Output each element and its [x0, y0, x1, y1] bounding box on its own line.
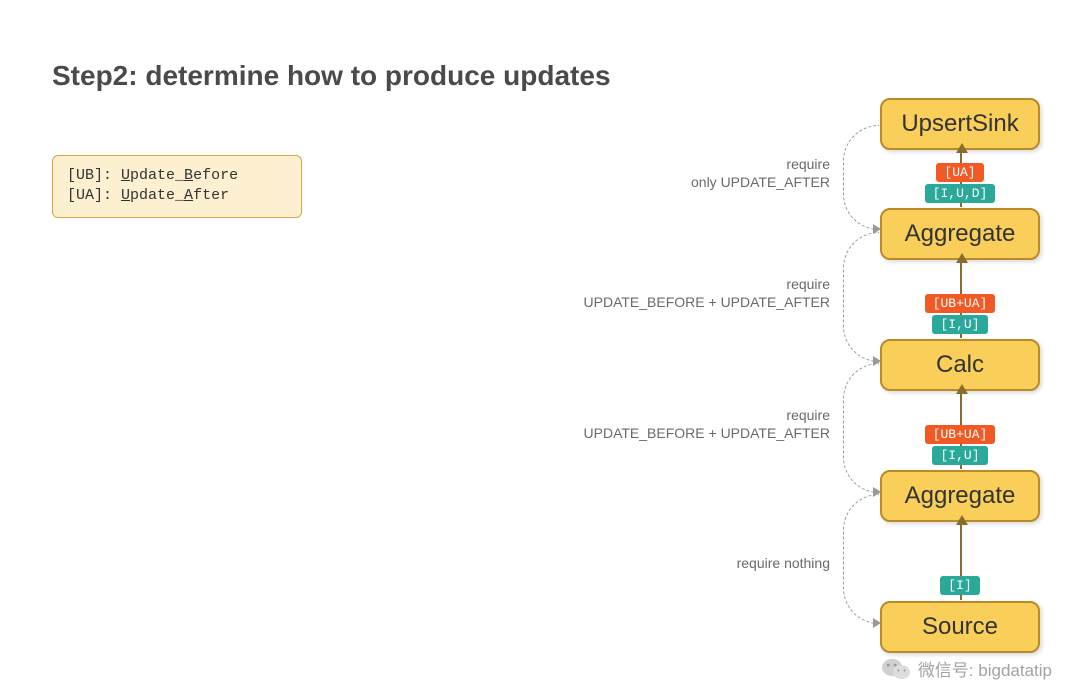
node-source: Source	[880, 601, 1040, 653]
legend-box: [UB]: Update_Before [UA]: Update_After	[52, 155, 302, 218]
updates-tag-calc: [UB+UA]	[925, 294, 996, 313]
updates-tag-agg1: [UA]	[936, 163, 983, 182]
legend-line-ua: [UA]: Update_After	[67, 186, 287, 206]
watermark-text: 微信号: bigdatatip	[918, 656, 1052, 681]
updates-tag-agg2: [UB+UA]	[925, 425, 996, 444]
tags-calc: [UB+UA] [I,U]	[880, 294, 1040, 334]
req-label-1: require only UPDATE_AFTER	[600, 156, 830, 191]
arc-agg2-source	[843, 494, 879, 624]
tags-agg1: [UA] [I,U,D]	[880, 163, 1040, 203]
inputs-tag-agg1: [I,U,D]	[925, 184, 996, 203]
inputs-tag-agg2: [I,U]	[932, 446, 987, 465]
arc-sink-agg1	[843, 125, 879, 230]
arc-calc-agg2	[843, 363, 879, 493]
tags-source: [I]	[880, 576, 1040, 595]
legend-line-ub: [UB]: Update_Before	[67, 166, 287, 186]
req-label-4: require nothing	[600, 555, 830, 573]
inputs-tag-calc: [I,U]	[932, 315, 987, 334]
watermark: 微信号: bigdatatip	[882, 656, 1052, 681]
req-label-2: require UPDATE_BEFORE + UPDATE_AFTER	[540, 276, 830, 311]
page-title: Step2: determine how to produce updates	[52, 60, 611, 92]
inputs-tag-source: [I]	[940, 576, 979, 595]
req-label-3: require UPDATE_BEFORE + UPDATE_AFTER	[540, 407, 830, 442]
arc-agg1-calc	[843, 232, 879, 362]
tags-agg2: [UB+UA] [I,U]	[880, 425, 1040, 465]
wechat-icon	[882, 657, 910, 681]
